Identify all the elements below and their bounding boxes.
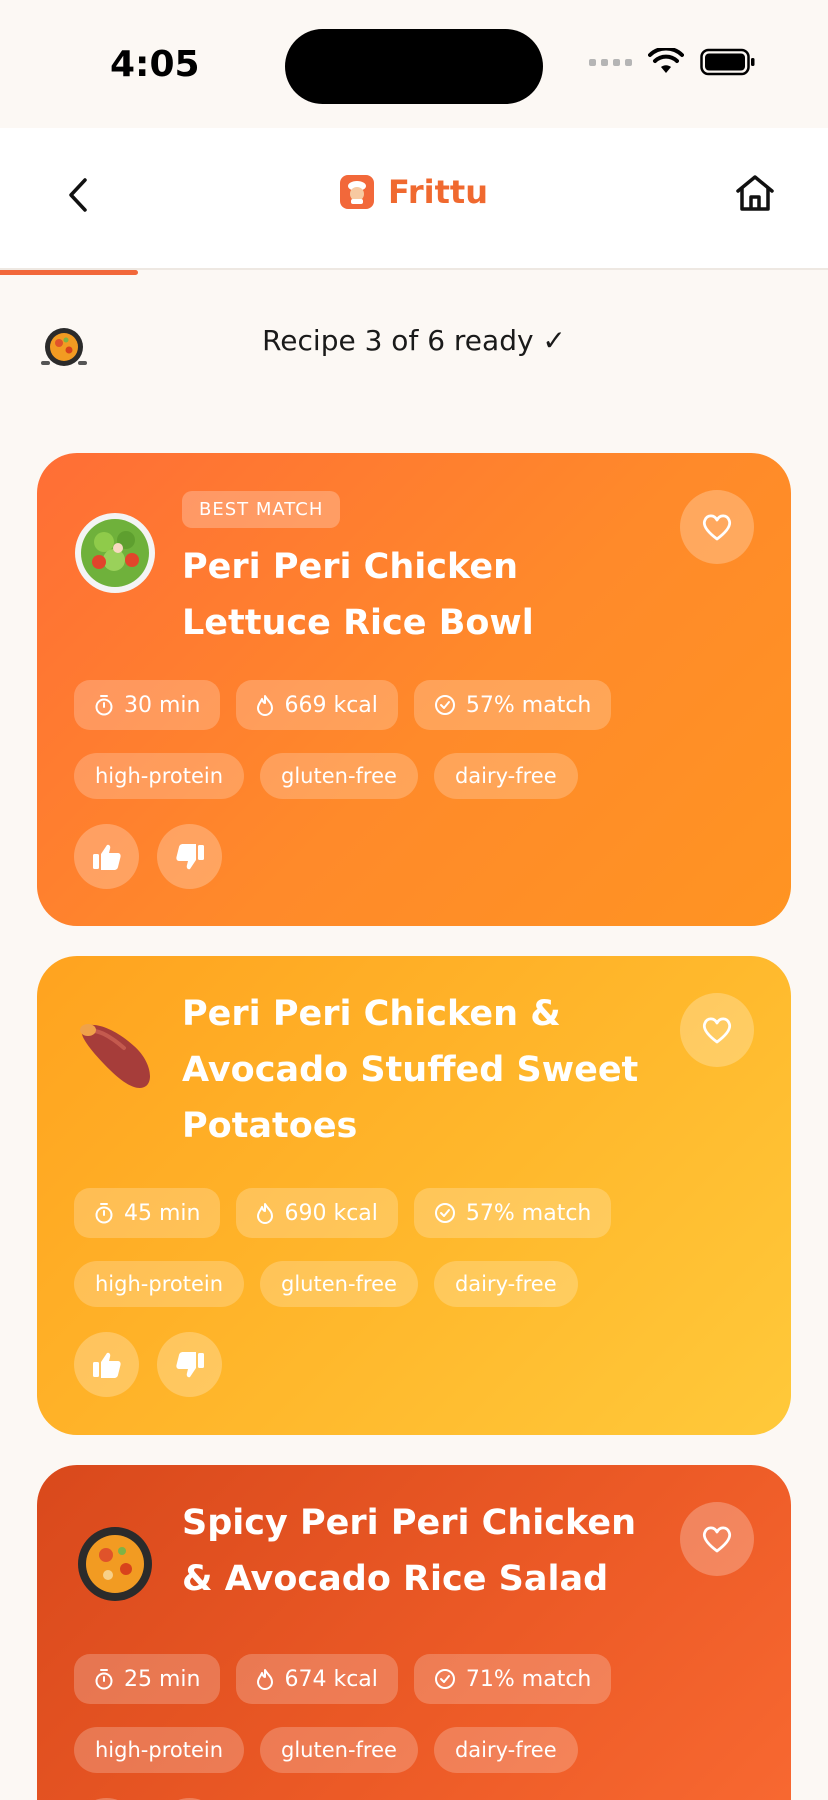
match-value: 71% match bbox=[465, 1666, 592, 1692]
home-icon bbox=[736, 175, 774, 211]
status-time: 4:05 bbox=[110, 44, 200, 85]
favorite-button[interactable] bbox=[680, 1502, 754, 1576]
diet-tag: gluten-free bbox=[260, 753, 418, 799]
recipe-stats: 45 min 690 kcal 57% match bbox=[74, 1188, 612, 1238]
diet-tag: gluten-free bbox=[260, 1727, 418, 1773]
calories-value: 690 kcal bbox=[284, 1200, 378, 1226]
timer-icon bbox=[95, 1203, 113, 1224]
diet-tag: gluten-free bbox=[260, 1261, 418, 1307]
calories-value: 674 kcal bbox=[284, 1666, 378, 1692]
diet-tags: high-protein gluten-free dairy-free bbox=[74, 753, 578, 799]
brand-name: Frittu bbox=[388, 173, 488, 211]
calories-chip: 674 kcal bbox=[236, 1654, 398, 1704]
recipe-card[interactable]: Peri Peri Chicken & Avocado Stuffed Swee… bbox=[37, 956, 791, 1435]
generation-status: Recipe 3 of 6 ready ✓ bbox=[0, 310, 828, 380]
diet-tags: high-protein gluten-free dairy-free bbox=[74, 1727, 578, 1773]
match-chip: 57% match bbox=[413, 680, 612, 730]
salad-bowl-icon bbox=[75, 513, 155, 593]
match-value: 57% match bbox=[465, 692, 592, 718]
calories-value: 669 kcal bbox=[284, 692, 378, 718]
best-match-badge: BEST MATCH bbox=[182, 491, 341, 528]
diet-tag: dairy-free bbox=[433, 1727, 578, 1773]
diet-tags: high-protein gluten-free dairy-free bbox=[74, 1261, 578, 1307]
recipe-title: Peri Peri Chicken Lettuce Rice Bowl bbox=[182, 547, 534, 643]
status-text: Recipe 3 of 6 ready ✓ bbox=[262, 324, 566, 357]
paella-pan-icon bbox=[78, 1527, 152, 1601]
diet-tag: high-protein bbox=[74, 1727, 245, 1773]
flame-icon bbox=[257, 695, 274, 716]
heart-icon bbox=[702, 514, 732, 541]
check-circle-icon bbox=[434, 1203, 455, 1223]
feedback-buttons bbox=[74, 1332, 222, 1397]
progress-bar bbox=[0, 270, 139, 275]
calories-chip: 690 kcal bbox=[236, 1188, 398, 1238]
feedback-buttons bbox=[74, 824, 222, 889]
brand: Frittu bbox=[0, 173, 828, 211]
battery-icon bbox=[700, 48, 755, 76]
wifi-icon bbox=[648, 48, 684, 73]
recipe-title: Peri Peri Chicken & Avocado Stuffed Swee… bbox=[182, 994, 639, 1146]
thumbs-up-button[interactable] bbox=[74, 1332, 139, 1397]
time-value: 30 min bbox=[124, 692, 201, 718]
favorite-button[interactable] bbox=[680, 993, 754, 1067]
status-bar: 4:05 bbox=[0, 0, 828, 128]
match-chip: 57% match bbox=[413, 1188, 612, 1238]
time-value: 25 min bbox=[124, 1666, 201, 1692]
recipe-card[interactable]: Spicy Peri Peri Chicken & Avocado Rice S… bbox=[37, 1465, 791, 1800]
check-circle-icon bbox=[434, 695, 455, 715]
recipe-card[interactable]: BEST MATCH Peri Peri Chicken Lettuce Ric… bbox=[37, 453, 791, 926]
time-chip: 45 min bbox=[74, 1188, 221, 1238]
check-circle-icon bbox=[434, 1669, 455, 1689]
favorite-button[interactable] bbox=[680, 490, 754, 564]
thumbs-down-button[interactable] bbox=[157, 1332, 222, 1397]
heart-icon bbox=[702, 1526, 732, 1553]
diet-tag: dairy-free bbox=[433, 753, 578, 799]
thumbs-down-icon bbox=[175, 843, 204, 869]
recipe-stats: 30 min 669 kcal 57% match bbox=[74, 680, 612, 730]
home-button[interactable] bbox=[732, 170, 778, 216]
signal-icon bbox=[589, 58, 632, 66]
timer-icon bbox=[95, 1669, 113, 1690]
thumbs-down-icon bbox=[175, 1351, 204, 1377]
status-icons bbox=[589, 48, 756, 76]
time-chip: 30 min bbox=[74, 680, 221, 730]
flame-icon bbox=[257, 1669, 274, 1690]
sweet-potato-icon bbox=[80, 1024, 150, 1089]
match-chip: 71% match bbox=[413, 1654, 612, 1704]
time-value: 45 min bbox=[124, 1200, 201, 1226]
calories-chip: 669 kcal bbox=[236, 680, 398, 730]
time-chip: 25 min bbox=[74, 1654, 221, 1704]
timer-icon bbox=[95, 695, 113, 716]
dynamic-island bbox=[285, 29, 543, 104]
diet-tag: high-protein bbox=[74, 753, 245, 799]
match-value: 57% match bbox=[465, 1200, 592, 1226]
thumbs-up-button[interactable] bbox=[74, 824, 139, 889]
app-header: Frittu bbox=[0, 128, 828, 270]
recipe-title: Spicy Peri Peri Chicken & Avocado Rice S… bbox=[182, 1503, 637, 1599]
thumbs-up-icon bbox=[92, 844, 121, 870]
thumbs-down-button[interactable] bbox=[157, 824, 222, 889]
thumbs-up-icon bbox=[92, 1352, 121, 1378]
diet-tag: dairy-free bbox=[433, 1261, 578, 1307]
heart-icon bbox=[702, 1017, 732, 1044]
recipe-stats: 25 min 674 kcal 71% match bbox=[74, 1654, 612, 1704]
diet-tag: high-protein bbox=[74, 1261, 245, 1307]
flame-icon bbox=[257, 1203, 274, 1224]
chef-logo-icon bbox=[340, 175, 375, 209]
